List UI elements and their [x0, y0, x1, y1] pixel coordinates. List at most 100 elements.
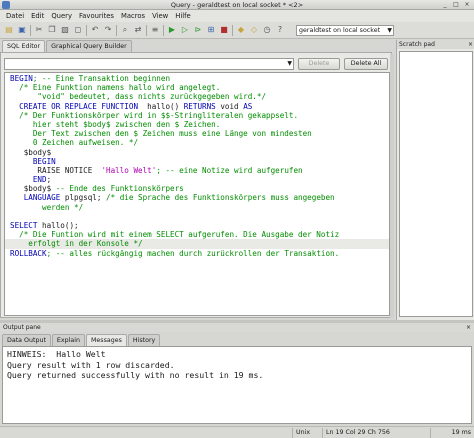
code-token: ; -- alles rückgängig machen durch zurüc…	[46, 248, 340, 258]
execute-pgscript-icon[interactable]: ▷	[180, 25, 190, 35]
code-token: /* Eine Funktion namens hallo wird angel…	[10, 83, 221, 93]
code-token: void	[215, 101, 244, 111]
code-token: CREATE OR REPLACE FUNCTION	[10, 101, 139, 111]
scratch-pad-header: Scratch pad ×	[397, 40, 474, 49]
code-token: BEGIN	[10, 156, 56, 166]
close-icon[interactable]: ×	[468, 40, 473, 49]
panel-splitter[interactable]	[390, 54, 394, 318]
output-pane-title: Output pane	[3, 324, 41, 331]
code-token: plpgsql;	[60, 193, 107, 203]
code-line: /* Eine Funktion namens hallo wird angel…	[5, 83, 389, 92]
delete-all-button[interactable]: Delete All	[344, 58, 388, 70]
menu-view[interactable]: View	[149, 10, 171, 22]
code-line: $body$	[5, 148, 389, 157]
code-line: $body$ -- Ende des Funktionskörpers	[5, 184, 389, 193]
code-line: /* Der Funktionskörper wird in $$-String…	[5, 111, 389, 120]
status-query-time: 19 ms	[430, 428, 474, 438]
code-token: SELECT	[10, 221, 38, 230]
code-token: 'Hallo Welt'	[101, 165, 157, 175]
toolbar: ▤ ▣ ✂ ❐ ▧ ◻ ↶ ↷ ⌕ ⇄ ≡ ▶ ▷ ⊳ ⊞ ■ ◆ ◇ ◷ ? …	[0, 22, 474, 39]
explain-icon[interactable]: ⊞	[206, 25, 216, 35]
menu-macros[interactable]: Macros	[118, 10, 148, 22]
code-token: $body$	[10, 184, 56, 194]
paste-icon[interactable]: ▧	[60, 25, 70, 35]
commit-icon[interactable]: ◆	[236, 25, 246, 35]
clear-icon[interactable]: ◻	[73, 25, 83, 35]
code-token: hier steht $body$ zwischen den $ Zeichen…	[10, 119, 221, 129]
code-line: hier steht $body$ zwischen den $ Zeichen…	[5, 120, 389, 129]
code-line: BEGIN	[5, 157, 389, 166]
cut-icon[interactable]: ✂	[34, 25, 44, 35]
scratch-pad-textarea[interactable]	[399, 51, 473, 317]
code-token: 0 Zeichen aufweisen. */	[10, 138, 139, 148]
find-icon[interactable]: ⌕	[120, 25, 130, 35]
close-icon[interactable]: ×	[463, 1, 471, 9]
code-token: RAISE NOTICE	[10, 165, 102, 175]
connection-select[interactable]: geraldtest on local socket ▼	[296, 25, 394, 36]
code-line: 0 Zeichen aufweisen. */	[5, 138, 389, 147]
rollback-icon[interactable]: ◇	[249, 25, 259, 35]
indent-icon[interactable]: ≡	[150, 25, 160, 35]
chevron-down-icon: ▼	[287, 60, 292, 67]
code-token: hallo()	[138, 101, 184, 111]
menu-hilfe[interactable]: Hilfe	[172, 10, 193, 22]
connection-value: geraldtest on local socket	[299, 27, 381, 34]
message-line: Query result with 1 row discarded.	[7, 359, 175, 370]
tab-messages[interactable]: Messages	[85, 334, 127, 346]
code-token: LANGUAGE	[10, 193, 61, 203]
tab-history[interactable]: History	[127, 334, 161, 346]
redo-icon[interactable]: ↷	[103, 25, 113, 35]
history-icon[interactable]: ◷	[262, 25, 272, 35]
output-pane-header: Output pane ×	[0, 323, 474, 332]
copy-icon[interactable]: ❐	[47, 25, 57, 35]
sql-code-editor[interactable]: BEGIN; -- Eine Transaktion beginnen /* E…	[4, 72, 390, 316]
code-line: "void" bedeutet, dass nichts zurückgegeb…	[5, 92, 389, 101]
execute-to-file-icon[interactable]: ⊳	[193, 25, 203, 35]
code-token: /* Der Funktionskörper wird in $$-String…	[10, 110, 299, 120]
close-icon[interactable]: ×	[466, 323, 471, 332]
save-file-icon[interactable]: ▣	[17, 25, 27, 35]
tab-data-output[interactable]: Data Output	[2, 334, 51, 346]
menu-favourites[interactable]: Favourites	[76, 10, 117, 22]
help-icon[interactable]: ?	[275, 25, 285, 35]
code-line: werden */	[5, 203, 389, 212]
code-line: RAISE NOTICE 'Hallo Welt'; -- eine Notiz…	[5, 166, 389, 175]
tab-graphical-query-builder[interactable]: Graphical Query Builder	[46, 40, 132, 52]
sql-editor-panel: ▼ Delete Delete All BEGIN; -- Eine Trans…	[0, 52, 392, 318]
menu-datei[interactable]: Datei	[3, 10, 27, 22]
menu-edit[interactable]: Edit	[28, 10, 47, 22]
code-line: Der Text zwischen den $ Zeichen muss ein…	[5, 129, 389, 138]
code-token: AS	[243, 101, 253, 111]
code-token: ; -- Eine Transaktion beginnen	[32, 74, 171, 83]
code-line: BEGIN; -- Eine Transaktion beginnen	[5, 74, 389, 83]
cancel-query-icon[interactable]: ■	[219, 25, 229, 35]
replace-icon[interactable]: ⇄	[133, 25, 143, 35]
query-history-select[interactable]: ▼	[4, 58, 294, 70]
undo-icon[interactable]: ↶	[90, 25, 100, 35]
execute-icon[interactable]: ▶	[167, 25, 177, 35]
code-token: BEGIN	[10, 74, 33, 83]
code-token: -- Ende des Funktionskörpers	[55, 184, 184, 194]
maximize-icon[interactable]: □	[452, 1, 460, 9]
minimize-icon[interactable]: _	[441, 1, 449, 9]
code-token: ROLLBACK	[10, 248, 47, 258]
delete-button[interactable]: Delete	[298, 58, 340, 70]
code-token: $body$	[10, 147, 52, 157]
tab-explain[interactable]: Explain	[51, 334, 85, 346]
message-line: Query returned successfully with no resu…	[7, 370, 264, 380]
menu-query[interactable]: Query	[48, 10, 75, 22]
code-token: END	[10, 175, 47, 185]
code-token: werden */	[10, 202, 84, 212]
code-token: ; -- eine Notize wird aufgerufen	[156, 165, 303, 175]
code-token: ;	[46, 175, 52, 185]
code-token: Der Text zwischen den $ Zeichen muss ein…	[10, 129, 312, 139]
messages-output: HINWEIS: Hallo Welt Query result with 1 …	[2, 346, 472, 424]
scratch-pad-title: Scratch pad	[399, 41, 435, 48]
status-cursor-position: Ln 19 Col 29 Ch 756	[322, 428, 430, 438]
code-token: /* die Sprache des Funktionskörpers muss…	[106, 193, 335, 203]
tab-sql-editor[interactable]: SQL Editor	[2, 40, 46, 52]
code-token: RETURNS	[183, 101, 216, 111]
open-file-icon[interactable]: ▤	[4, 25, 14, 35]
code-token: "void" bedeutet, dass nichts zurückgegeb…	[10, 92, 267, 102]
